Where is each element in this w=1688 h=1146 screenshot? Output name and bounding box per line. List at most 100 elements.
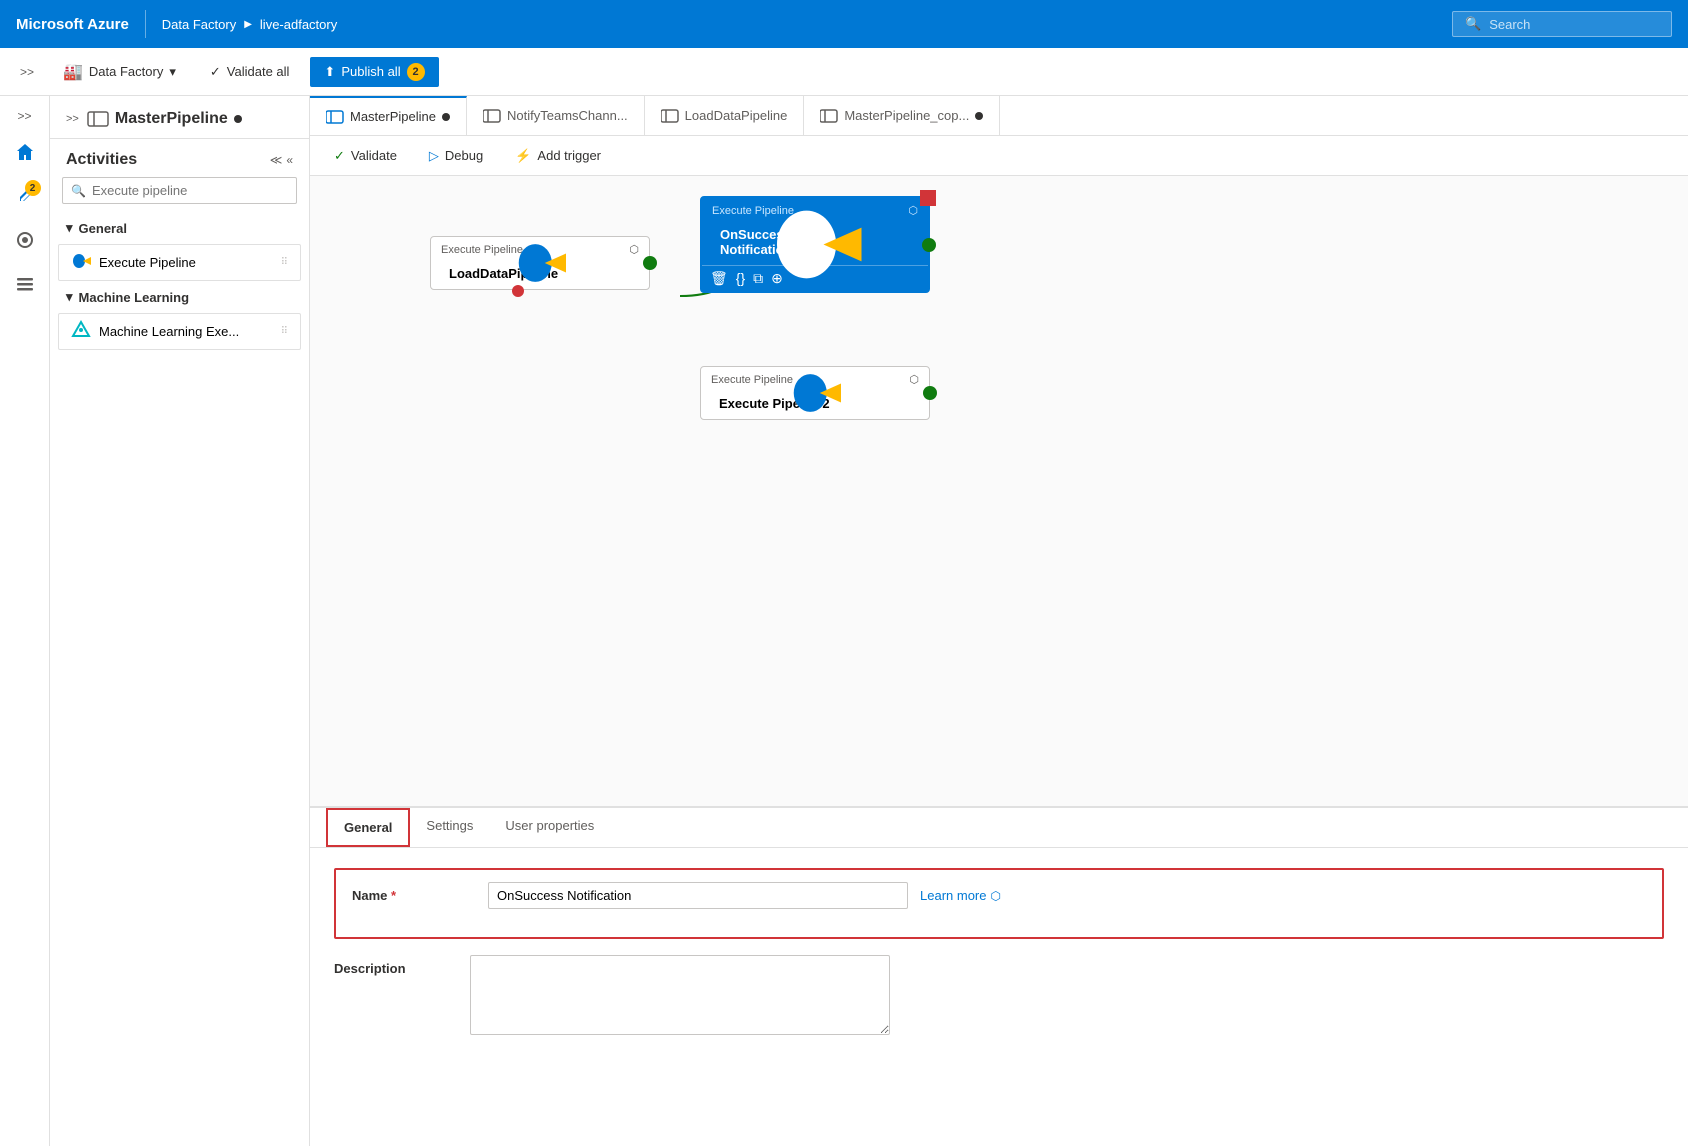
general-section-header[interactable]: ▾ General	[58, 214, 301, 242]
general-section-label: General	[79, 221, 127, 236]
form-area: Name * Learn more ⬡	[310, 848, 1688, 1071]
search-input[interactable]	[1489, 17, 1659, 32]
tab-notify-label: NotifyTeamsChann...	[507, 108, 628, 123]
breadcrumb-instance: live-adfactory	[260, 17, 337, 32]
monitor-icon-btn[interactable]	[5, 220, 45, 260]
tab-master-label: MasterPipeline	[350, 109, 436, 124]
tab-load[interactable]: LoadDataPipeline	[645, 96, 805, 135]
learn-more-label: Learn more	[920, 888, 986, 903]
validate-all-button[interactable]: ✓ Validate all	[197, 57, 303, 87]
load-node-label: LoadDataPipeline	[449, 266, 558, 281]
data-factory-button[interactable]: 🏭 Activities Data Factory ▾	[50, 55, 189, 89]
activities-panel: >> MasterPipeline Activities ≪ « 🔍 ▾	[50, 96, 310, 1146]
breadcrumb-factory: Data Factory	[162, 17, 236, 32]
node-actions: 🗑 {} ⧉ ⊕	[702, 265, 928, 291]
ml-item[interactable]: Machine Learning Exe... ⠿	[58, 313, 301, 350]
pipeline2-right-connector	[923, 386, 937, 400]
tab-user-props[interactable]: User properties	[489, 808, 610, 847]
activities-header-icons: ≪ «	[270, 153, 293, 167]
collapse-all-icon[interactable]: ≪	[270, 153, 283, 167]
expand-panel-btn[interactable]: >>	[66, 113, 79, 125]
activities-body: ▾ General Execute Pipeline ⠿ ▾ Machine L…	[50, 214, 309, 1146]
main-layout: >> 2	[0, 96, 1688, 1146]
publish-all-label: Publish all	[341, 64, 400, 79]
tab-copy[interactable]: MasterPipeline_cop...	[804, 96, 1000, 135]
node-expand-icon[interactable]: ⊕	[771, 270, 783, 287]
debug-button[interactable]: ▷ Debug	[421, 144, 491, 168]
tab-notify[interactable]: NotifyTeamsChann...	[467, 96, 645, 135]
required-marker: *	[391, 888, 396, 903]
load-node-right-connector	[643, 256, 657, 270]
home-icon-btn[interactable]	[5, 132, 45, 172]
onsuccess-node-type: Execute Pipeline	[712, 205, 794, 217]
onsuccess-node-header: Execute Pipeline ⬡	[702, 198, 928, 223]
breadcrumb-chevron: ▶	[244, 19, 252, 30]
publish-badge: 2	[407, 63, 425, 81]
tab-copy-label: MasterPipeline_cop...	[844, 108, 969, 123]
name-input[interactable]	[488, 882, 908, 909]
activities-title: Activities	[66, 151, 137, 169]
load-node-type: Execute Pipeline	[441, 244, 523, 256]
debug-label: Debug	[445, 148, 483, 163]
validate-all-label: Validate all	[227, 64, 290, 79]
ml-chevron: ▾	[66, 289, 73, 305]
add-trigger-button[interactable]: ⚡ Add trigger	[507, 144, 609, 168]
tab-master-pipeline[interactable]: MasterPipeline	[310, 96, 467, 135]
bottom-tabs: General Settings User properties	[310, 808, 1688, 848]
activities-header: >> MasterPipeline	[50, 96, 309, 138]
publish-all-button[interactable]: ⬆ Publish all 2	[310, 57, 438, 87]
factory-label-text: Data Factory	[89, 64, 163, 79]
execute-pipeline-icon	[71, 251, 91, 274]
node-code-icon[interactable]: {}	[736, 270, 745, 287]
name-label-text: Name	[352, 888, 387, 903]
onsuccess-node-label: OnSuccessNotification	[720, 227, 792, 257]
activities-search-input[interactable]	[92, 183, 288, 198]
top-bar-divider	[145, 10, 146, 38]
pipeline2-node-header: Execute Pipeline ⬡	[701, 367, 929, 392]
expand-button[interactable]: >>	[12, 60, 42, 84]
tab-copy-dirty	[975, 112, 983, 120]
drag-handle-ml: ⠿	[281, 326, 288, 337]
pipeline2-node-body: Execute Pipeline2	[701, 392, 929, 419]
pipeline-canvas[interactable]: Execute Pipeline ⬡ LoadDataPipeline	[310, 176, 1688, 806]
factory-icon: 🏭	[63, 62, 83, 82]
description-form-row: Description	[334, 955, 1664, 1035]
validate-label: Validate	[351, 148, 397, 163]
node-copy-icon[interactable]: ⧉	[753, 270, 763, 287]
pipeline2-node-type: Execute Pipeline	[711, 374, 793, 386]
pipeline2-node[interactable]: Execute Pipeline ⬡ Execute Pipeline2	[700, 366, 930, 420]
name-input-wrapper: Learn more ⬡	[488, 882, 1646, 909]
search-box[interactable]: 🔍	[1452, 11, 1672, 37]
pipeline-toolbar: ✓ Validate ▷ Debug ⚡ Add trigger	[310, 136, 1688, 176]
collapse-button[interactable]: >>	[10, 104, 40, 128]
tab-user-props-label: User properties	[505, 818, 594, 833]
tab-settings-label: Settings	[426, 818, 473, 833]
description-textarea[interactable]	[470, 955, 890, 1035]
pipeline2-node-label: Execute Pipeline2	[719, 396, 830, 411]
onsuccess-node[interactable]: Execute Pipeline ⬡ OnSuccessNotification	[700, 196, 930, 293]
tab-load-label: LoadDataPipeline	[685, 108, 788, 123]
add-trigger-label: Add trigger	[537, 148, 601, 163]
ml-section-header[interactable]: ▾ Machine Learning	[58, 283, 301, 311]
ml-section-label: Machine Learning	[79, 290, 190, 305]
description-label: Description	[334, 955, 454, 976]
execute-pipeline-item[interactable]: Execute Pipeline ⠿	[58, 244, 301, 281]
onsuccess-external-icon: ⬡	[908, 204, 918, 217]
load-node-header: Execute Pipeline ⬡	[431, 237, 649, 262]
learn-more-link[interactable]: Learn more ⬡	[920, 888, 1001, 903]
manage-icon-btn[interactable]	[5, 264, 45, 304]
activities-search-box[interactable]: 🔍	[62, 177, 297, 204]
tab-master-dirty	[442, 113, 450, 121]
pipeline-tab-label[interactable]: MasterPipeline	[115, 110, 228, 128]
expand-less-icon[interactable]: «	[286, 153, 293, 167]
tab-settings[interactable]: Settings	[410, 808, 489, 847]
validate-button[interactable]: ✓ Validate	[326, 144, 405, 168]
validate-icon: ✓	[334, 148, 345, 164]
author-icon-btn[interactable]: 2	[5, 176, 45, 216]
name-form-row: Name * Learn more ⬡	[352, 882, 1646, 909]
load-pipeline-node[interactable]: Execute Pipeline ⬡ LoadDataPipeline	[430, 236, 650, 290]
node-delete-icon[interactable]: 🗑	[710, 270, 728, 287]
publish-icon: ⬆	[324, 64, 335, 80]
tab-general[interactable]: General	[326, 808, 410, 847]
search-icon: 🔍	[71, 184, 86, 198]
